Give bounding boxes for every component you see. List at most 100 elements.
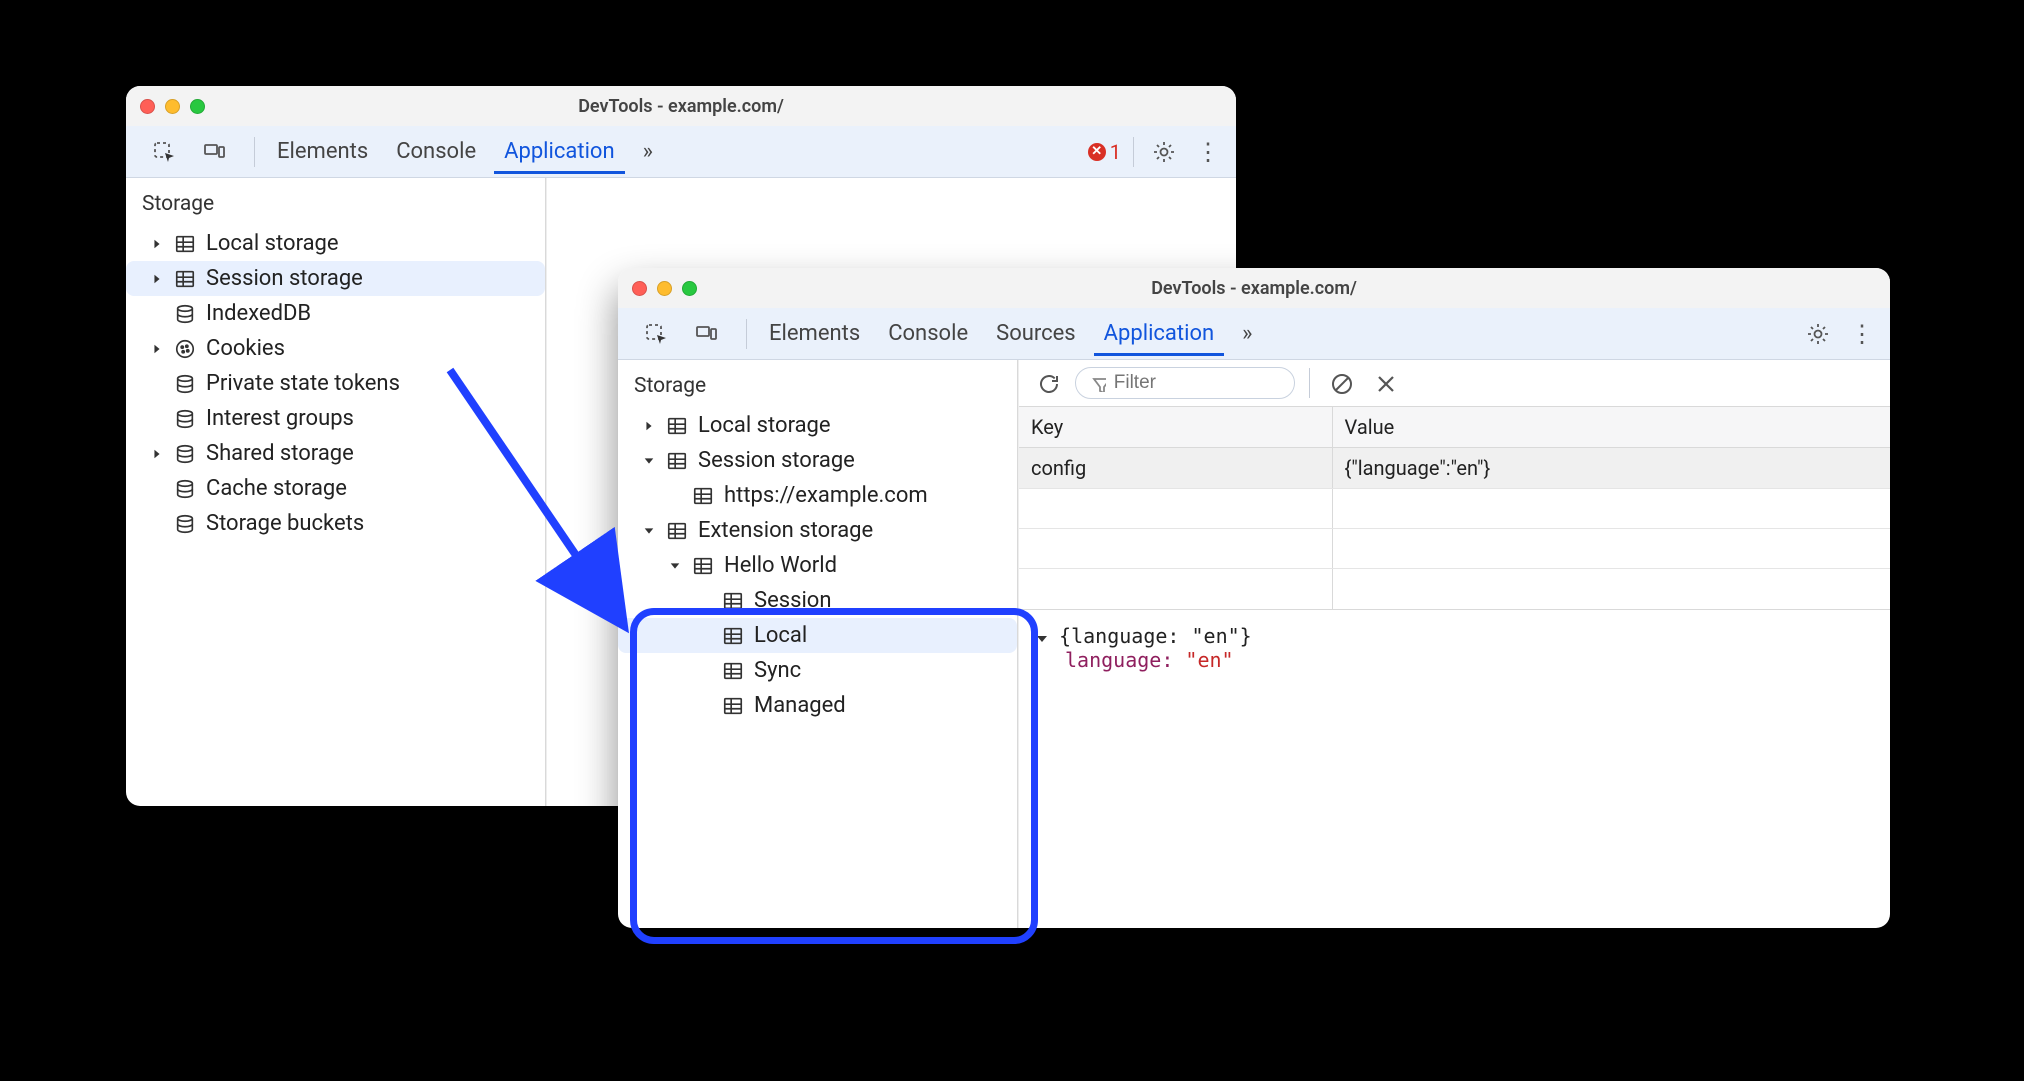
sidebar-item-private-state-tokens[interactable]: Private state tokens (126, 366, 545, 401)
col-header-value[interactable]: Value (1333, 407, 1890, 447)
sidebar-item-label: Session (754, 588, 831, 613)
grid-icon (666, 520, 688, 542)
titlebar: DevTools - example.com/ (126, 86, 1236, 126)
sidebar-item-label: Extension storage (698, 518, 873, 543)
grid-icon (174, 233, 196, 255)
sidebar-item-label: Sync (754, 658, 801, 683)
tab-application[interactable]: Application (1094, 311, 1224, 356)
col-header-key[interactable]: Key (1019, 407, 1333, 447)
db-icon (174, 513, 196, 535)
tab-console[interactable]: Console (878, 311, 978, 356)
caret-down-icon[interactable] (1035, 632, 1047, 644)
settings-gear-icon[interactable] (1146, 134, 1182, 170)
sidebar-item-label: Storage buckets (206, 511, 364, 536)
table-row[interactable] (1019, 569, 1890, 609)
sidebar-item-label: Session storage (206, 266, 363, 291)
minimize-window-button[interactable] (165, 99, 180, 114)
caret-down-icon[interactable] (642, 454, 656, 468)
minimize-window-button[interactable] (657, 281, 672, 296)
caret-down-icon[interactable] (642, 524, 656, 538)
sidebar-item-cookies[interactable]: Cookies (126, 331, 545, 366)
sidebar-item-label: Cache storage (206, 476, 347, 501)
table-row[interactable] (1019, 489, 1890, 529)
close-window-button[interactable] (632, 281, 647, 296)
caret-right-icon[interactable] (150, 342, 164, 356)
sidebar-item-shared-storage[interactable]: Shared storage (126, 436, 545, 471)
caret-right-icon[interactable] (150, 272, 164, 286)
funnel-icon (1090, 374, 1106, 392)
sidebar-item-managed[interactable]: Managed (618, 688, 1017, 723)
filter-input[interactable] (1114, 372, 1280, 394)
devtools-window-2: DevTools - example.com/ Elements Console… (618, 268, 1890, 928)
sidebar-item-label: Session storage (698, 448, 855, 473)
sidebar-item-indexeddb[interactable]: IndexedDB (126, 296, 545, 331)
sidebar-item-storage-buckets[interactable]: Storage buckets (126, 506, 545, 541)
grid-icon (692, 485, 714, 507)
inspect-element-icon[interactable] (638, 316, 674, 352)
tab-console[interactable]: Console (386, 129, 486, 174)
sidebar-item-local-storage[interactable]: Local storage (618, 408, 1017, 443)
errors-badge[interactable]: ✕ 1 (1088, 140, 1121, 164)
refresh-icon[interactable] (1031, 366, 1065, 400)
device-toolbar-icon[interactable] (196, 134, 232, 170)
grid-icon (722, 660, 744, 682)
sidebar-item-label: IndexedDB (206, 301, 311, 326)
db-icon (174, 373, 196, 395)
sidebar-item-local[interactable]: Local (618, 618, 1017, 653)
cell-key: config (1019, 448, 1333, 488)
grid-icon (666, 415, 688, 437)
sidebar-item-sync[interactable]: Sync (618, 653, 1017, 688)
error-icon: ✕ (1088, 143, 1106, 161)
grid-icon (174, 268, 196, 290)
sidebar-item-label: Local storage (698, 413, 831, 438)
grid-icon (666, 450, 688, 472)
errors-count: 1 (1110, 140, 1121, 164)
zoom-window-button[interactable] (682, 281, 697, 296)
sidebar-item-label: Local storage (206, 231, 339, 256)
sidebar-item-session[interactable]: Session (618, 583, 1017, 618)
sidebar-item-extension-storage[interactable]: Extension storage (618, 513, 1017, 548)
sidebar-item-cache-storage[interactable]: Cache storage (126, 471, 545, 506)
sidebar-item-interest-groups[interactable]: Interest groups (126, 401, 545, 436)
db-icon (174, 303, 196, 325)
caret-right-icon[interactable] (150, 237, 164, 251)
caret-down-icon[interactable] (668, 559, 682, 573)
sidebar-item-session-storage[interactable]: Session storage (618, 443, 1017, 478)
sidebar-item-session-storage[interactable]: Session storage (126, 261, 545, 296)
delete-selected-icon[interactable] (1368, 366, 1402, 400)
sidebar-item-label: Private state tokens (206, 371, 400, 396)
tabs-overflow[interactable]: » (633, 129, 663, 174)
tab-elements[interactable]: Elements (759, 311, 870, 356)
sidebar-item-local-storage[interactable]: Local storage (126, 226, 545, 261)
tab-application[interactable]: Application (494, 129, 624, 174)
sidebar-item-label: Local (754, 623, 807, 648)
window-title: DevTools - example.com/ (126, 96, 1236, 117)
sidebar-item-label: Hello World (724, 553, 837, 578)
inspect-element-icon[interactable] (146, 134, 182, 170)
sidebar-item-hello-world[interactable]: Hello World (618, 548, 1017, 583)
kebab-menu-icon[interactable]: ⋮ (1844, 314, 1880, 354)
tab-sources[interactable]: Sources (986, 311, 1086, 356)
tabs-overflow[interactable]: » (1232, 311, 1262, 356)
caret-right-icon[interactable] (642, 419, 656, 433)
caret-right-icon[interactable] (150, 447, 164, 461)
cookie-icon (174, 338, 196, 360)
clear-all-icon[interactable] (1324, 366, 1358, 400)
main-toolbar: Elements Console Sources Application » ⋮ (618, 308, 1890, 360)
main-toolbar: Elements Console Application » ✕ 1 ⋮ (126, 126, 1236, 178)
close-window-button[interactable] (140, 99, 155, 114)
zoom-window-button[interactable] (190, 99, 205, 114)
table-row[interactable] (1019, 529, 1890, 569)
settings-gear-icon[interactable] (1800, 316, 1836, 352)
json-preview: {language: "en"} language: "en" (1019, 610, 1890, 686)
table-row[interactable]: config {"language":"en"} (1019, 448, 1890, 489)
device-toolbar-icon[interactable] (688, 316, 724, 352)
grid-icon (692, 555, 714, 577)
tab-elements[interactable]: Elements (267, 129, 378, 174)
sidebar-item-https-example-com[interactable]: https://example.com (618, 478, 1017, 513)
section-title-storage: Storage (618, 368, 1017, 404)
kebab-menu-icon[interactable]: ⋮ (1190, 132, 1226, 172)
filter-field[interactable] (1075, 367, 1295, 399)
titlebar: DevTools - example.com/ (618, 268, 1890, 308)
json-summary[interactable]: {language: "en"} (1059, 624, 1252, 648)
